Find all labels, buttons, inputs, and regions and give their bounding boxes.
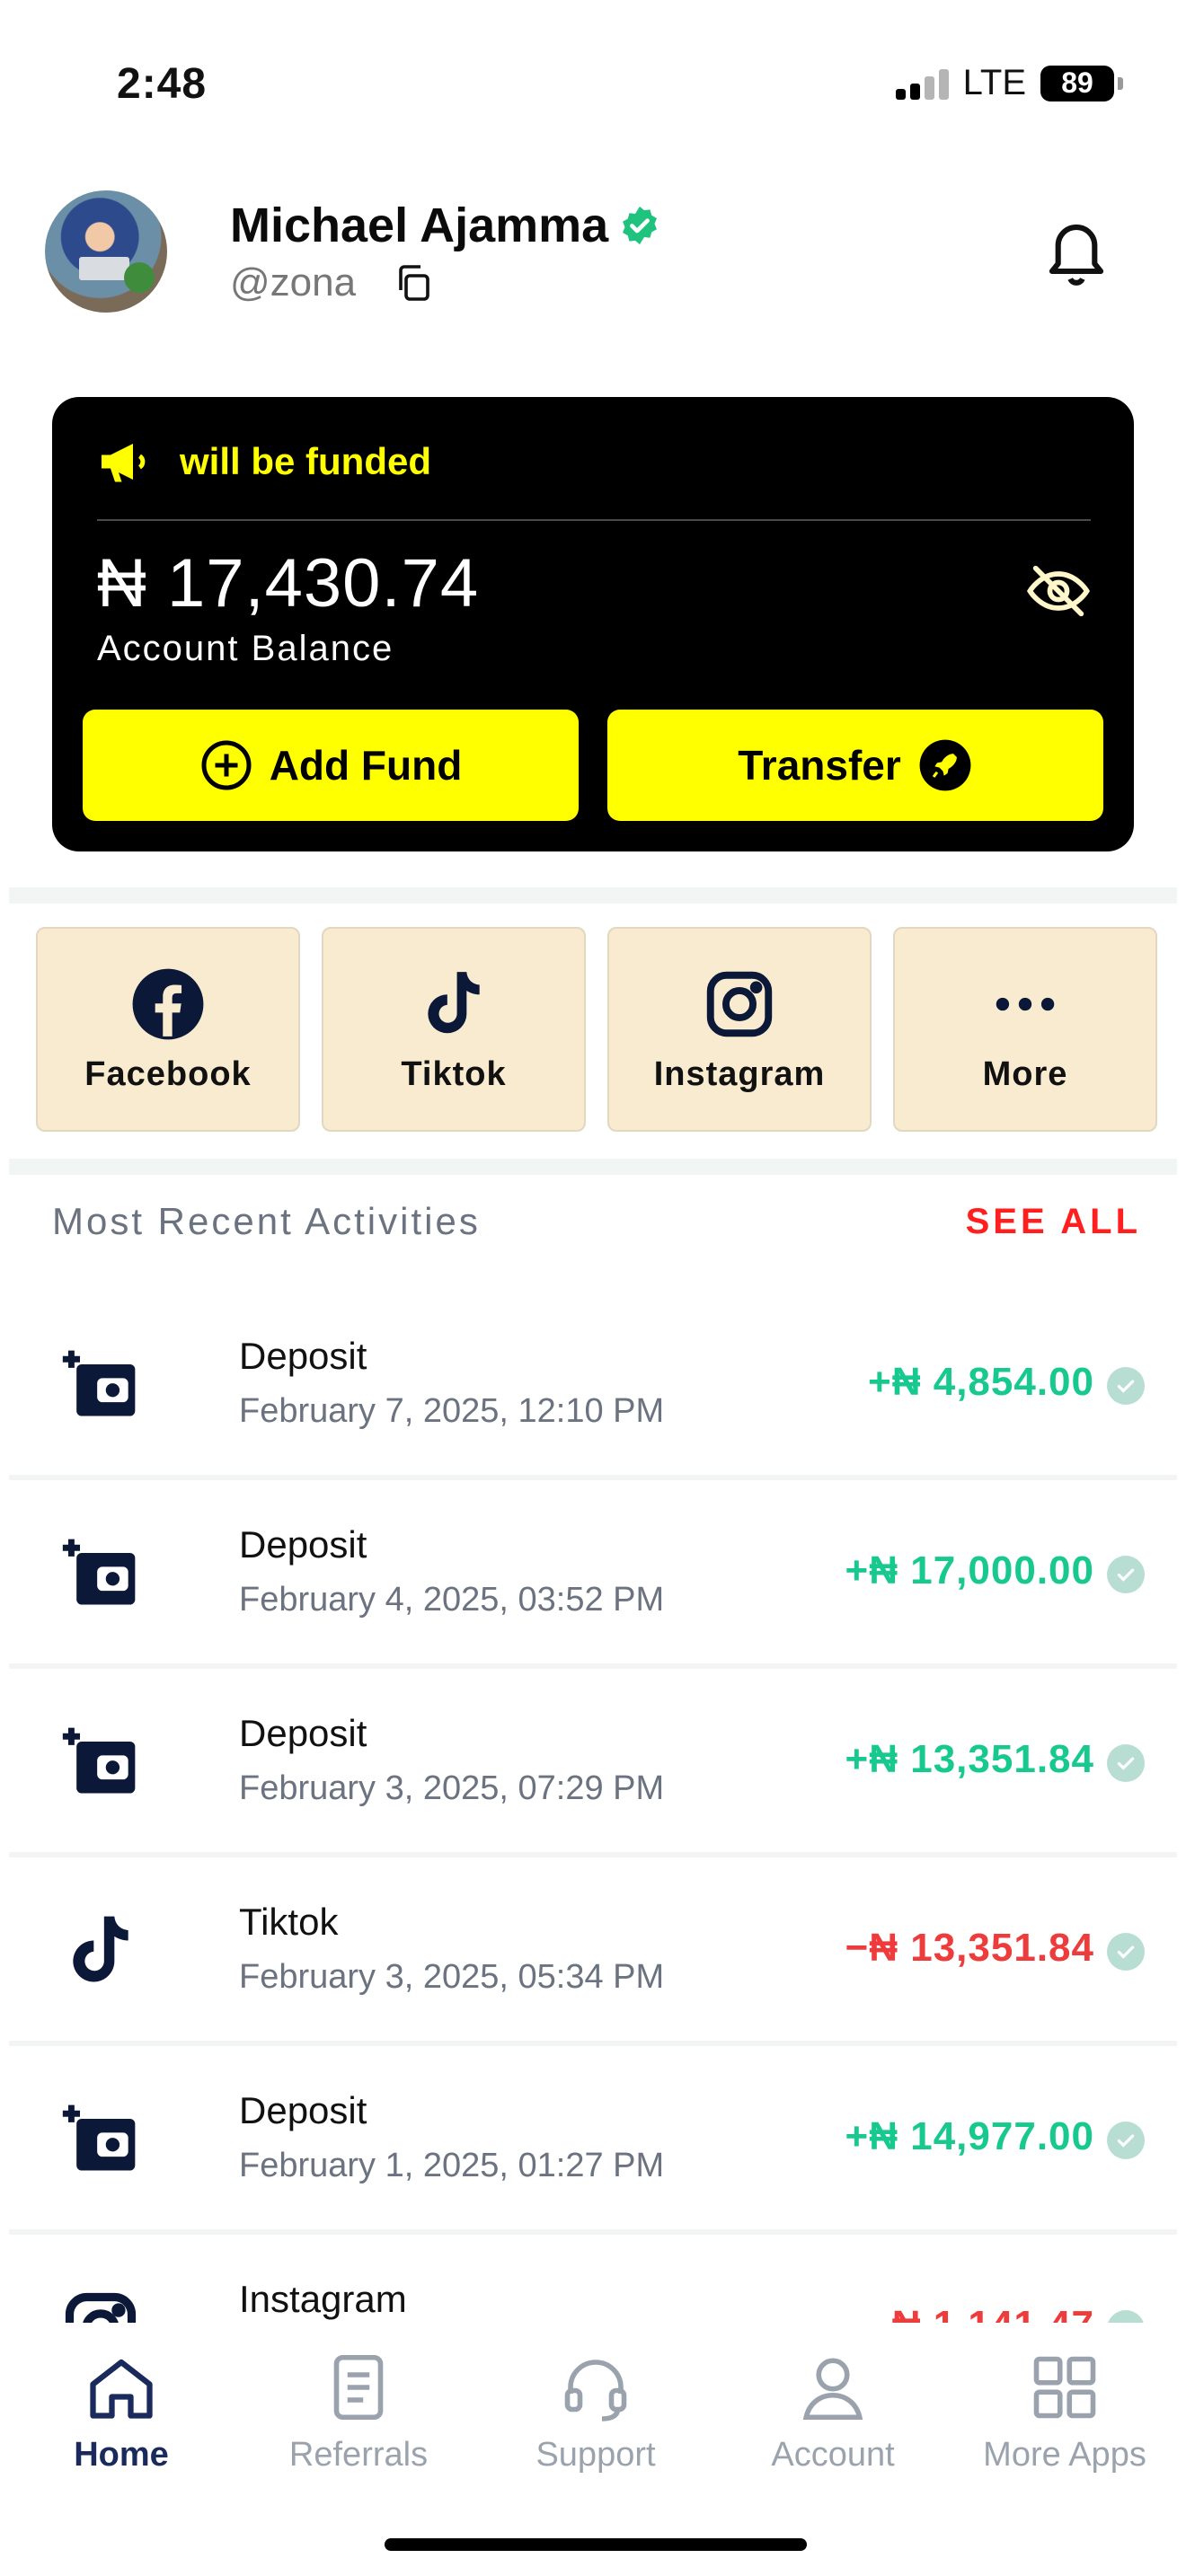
tile-more[interactable]: More [893, 927, 1157, 1132]
tile-label: Tiktok [401, 1054, 507, 1093]
see-all-link[interactable]: SEE ALL [966, 1202, 1141, 1242]
account-balance-label: Account Balance [97, 629, 394, 668]
nav-label: Support [535, 2436, 656, 2474]
tile-label: Facebook [84, 1054, 252, 1093]
nav-label: Referrals [288, 2436, 429, 2474]
activity-amount: +₦ 14,977.00 [845, 2114, 1094, 2158]
tile-label: Instagram [653, 1054, 826, 1093]
section-divider [9, 887, 1177, 904]
activity-amount: +₦ 4,854.00 [868, 1360, 1094, 1404]
nav-support[interactable]: Support [488, 2350, 704, 2475]
deposit-icon [62, 1727, 136, 1794]
document-icon [333, 2354, 384, 2421]
activity-title: Tiktok [239, 1901, 339, 1943]
nav-account[interactable]: Account [725, 2350, 941, 2475]
activity-date: February 1, 2025, 01:27 PM [239, 2147, 665, 2184]
activity-row[interactable]: Instagram −₦ 1,141.47 [0, 2236, 1186, 2323]
verified-badge-icon [623, 206, 658, 245]
nav-label: Account [771, 2436, 895, 2474]
add-fund-label: Add Fund [269, 742, 463, 789]
activity-title: Instagram [239, 2278, 407, 2320]
success-check-icon [1107, 1933, 1145, 1971]
tile-facebook[interactable]: Facebook [36, 927, 300, 1132]
activity-amount: +₦ 17,000.00 [845, 1548, 1094, 1592]
status-indicators: LTE 89 [895, 63, 1123, 103]
plus-circle-icon [201, 740, 252, 790]
activity-date: February 3, 2025, 07:29 PM [239, 1769, 665, 1807]
activity-date: February 7, 2025, 12:10 PM [239, 1392, 665, 1430]
facebook-icon [132, 968, 204, 1039]
add-fund-button[interactable]: Add Fund [83, 710, 579, 821]
activity-title: Deposit [239, 1335, 367, 1377]
tiktok-icon [73, 1916, 128, 1982]
more-dots-icon [996, 997, 1055, 1010]
activity-row[interactable]: Deposit February 3, 2025, 07:29 PM +₦ 13… [0, 1671, 1186, 1857]
transfer-button[interactable]: Transfer [607, 710, 1103, 821]
activity-date: February 3, 2025, 05:34 PM [239, 1958, 665, 1996]
funding-notice: will be funded [97, 437, 431, 487]
notification-bell-icon[interactable] [1039, 212, 1114, 291]
tile-tiktok[interactable]: Tiktok [322, 927, 586, 1132]
deposit-icon [62, 1539, 136, 1605]
avatar[interactable] [45, 190, 167, 313]
activity-amount: −₦ 13,351.84 [845, 1926, 1094, 1970]
activity-date: February 4, 2025, 03:52 PM [239, 1581, 665, 1619]
network-type: LTE [962, 63, 1026, 102]
battery-icon: 89 [1040, 65, 1114, 101]
success-check-icon [1107, 1556, 1145, 1593]
activity-title: Deposit [239, 1712, 367, 1754]
battery-level: 89 [1061, 66, 1093, 99]
instagram-icon [706, 971, 773, 1037]
account-balance: ₦ 17,430.74 [97, 545, 480, 622]
nav-more-apps[interactable]: More Apps [957, 2350, 1173, 2475]
recent-activities-title: Most Recent Activities [52, 1200, 481, 1242]
card-divider [97, 519, 1091, 521]
success-check-icon [1107, 1744, 1145, 1782]
activity-row[interactable]: Deposit February 1, 2025, 01:27 PM +₦ 14… [0, 2048, 1186, 2235]
nav-referrals[interactable]: Referrals [251, 2350, 466, 2475]
deposit-icon [62, 1350, 136, 1416]
activity-row[interactable]: Deposit February 4, 2025, 03:52 PM +₦ 17… [0, 1482, 1186, 1669]
profile-name: Michael Ajamma [230, 198, 609, 252]
instagram-icon [65, 2292, 137, 2323]
headset-icon [564, 2360, 627, 2422]
profile-name-row: Michael Ajamma [230, 198, 660, 253]
rocket-icon [919, 739, 971, 791]
signal-icon [895, 67, 949, 100]
section-divider [9, 1159, 1177, 1175]
deposit-icon [62, 2104, 136, 2171]
tile-instagram[interactable]: Instagram [607, 927, 872, 1132]
tile-label: More [982, 1054, 1068, 1093]
activity-title: Deposit [239, 2089, 367, 2131]
home-indicator [385, 2538, 807, 2551]
megaphone-icon [102, 444, 146, 482]
success-check-icon [1107, 2310, 1145, 2323]
activity-row[interactable]: Deposit February 7, 2025, 12:10 PM +₦ 4,… [0, 1293, 1186, 1480]
activity-amount: −₦ 1,141.47 [868, 2303, 1094, 2323]
nav-label: More Apps [983, 2436, 1146, 2474]
success-check-icon [1107, 1367, 1145, 1405]
notice-text: will be funded [180, 440, 431, 482]
activity-title: Deposit [239, 1523, 367, 1566]
grid-icon [1033, 2356, 1096, 2419]
hide-balance-eye-icon[interactable] [1024, 562, 1093, 620]
activity-row[interactable]: Tiktok February 3, 2025, 05:34 PM −₦ 13,… [0, 1859, 1186, 2046]
profile-handle-row: @zona [230, 260, 435, 305]
nav-home[interactable]: Home [13, 2350, 229, 2475]
status-time: 2:48 [117, 60, 208, 108]
success-check-icon [1107, 2122, 1145, 2159]
transfer-label: Transfer [738, 742, 901, 789]
activity-amount: +₦ 13,351.84 [845, 1737, 1094, 1781]
tiktok-icon [428, 971, 480, 1033]
profile-handle: @zona [230, 260, 357, 304]
home-icon [90, 2359, 153, 2419]
person-icon [802, 2358, 863, 2421]
activity-list: Deposit February 7, 2025, 12:10 PM +₦ 4,… [0, 1293, 1186, 2323]
copy-icon[interactable] [392, 261, 435, 304]
nav-label: Home [74, 2436, 169, 2474]
